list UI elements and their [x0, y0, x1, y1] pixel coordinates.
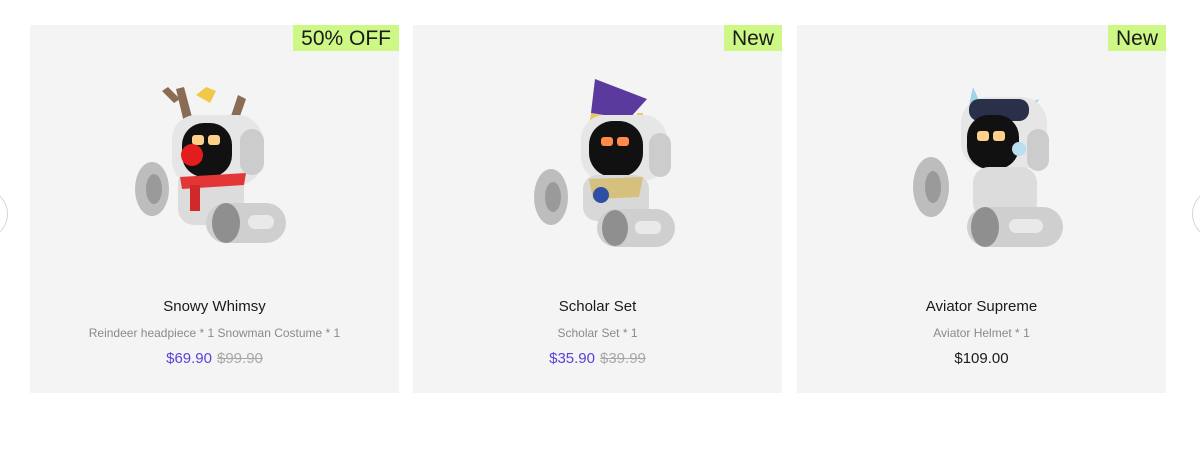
- sale-price: $35.90: [549, 350, 595, 367]
- eye-left-shape: [601, 137, 613, 146]
- product-description: Reindeer headpiece * 1 Snowman Costume *…: [88, 326, 341, 340]
- product-title[interactable]: Aviator Supreme: [797, 298, 1166, 315]
- sale-price: $69.90: [166, 350, 212, 367]
- product-card-aviator-supreme[interactable]: New Aviator Supreme Aviator Helmet * 1 $…: [797, 25, 1166, 393]
- product-image[interactable]: [881, 69, 1081, 259]
- tread-wheel-shape: [602, 210, 628, 246]
- tread-panel-shape: [1009, 219, 1043, 233]
- price-row: $69.90 $99.90: [30, 350, 399, 367]
- eye-right-shape: [208, 135, 220, 145]
- product-description: Scholar Set * 1: [557, 326, 638, 340]
- ear-button-shape: [1012, 142, 1026, 156]
- leaf-decoration-shape: [196, 87, 216, 103]
- tread-wheel-shape: [212, 203, 240, 243]
- red-nose-shape: [181, 144, 203, 166]
- badge-emblem-shape: [593, 187, 609, 203]
- tread-wheel-shape: [971, 207, 999, 247]
- wheel-hub-shape: [545, 182, 561, 212]
- tread-panel-shape: [635, 221, 661, 234]
- robot-face-shape: [589, 121, 643, 177]
- product-image[interactable]: [497, 69, 697, 259]
- price: $109.00: [954, 350, 1009, 367]
- price-row: $35.90 $39.99: [413, 350, 782, 367]
- eye-right-shape: [617, 137, 629, 146]
- eye-right-shape: [993, 131, 1005, 141]
- product-image[interactable]: [114, 69, 314, 259]
- arm-right-shape: [649, 133, 671, 177]
- new-badge: New: [1107, 25, 1166, 51]
- new-badge: New: [723, 25, 782, 51]
- product-card-scholar-set[interactable]: New Scholar Set Scholar Set * 1 $35.90 $…: [413, 25, 782, 393]
- arm-right-shape: [1027, 129, 1049, 171]
- product-title[interactable]: Scholar Set: [413, 298, 782, 315]
- wheel-hub-shape: [925, 171, 941, 203]
- eye-left-shape: [977, 131, 989, 141]
- arm-right-shape: [240, 129, 264, 175]
- original-price: $99.90: [217, 350, 263, 367]
- carousel-next-button[interactable]: [1192, 189, 1200, 239]
- price-row: $109.00: [797, 350, 1166, 367]
- wheel-hub-shape: [146, 174, 162, 204]
- carousel-prev-button[interactable]: [0, 189, 8, 239]
- discount-badge: 50% OFF: [293, 25, 399, 51]
- scarf-tail-shape: [190, 185, 200, 211]
- product-title[interactable]: Snowy Whimsy: [30, 298, 399, 315]
- original-price: $39.99: [600, 350, 646, 367]
- product-description: Aviator Helmet * 1: [933, 326, 1030, 340]
- robot-face-shape: [967, 115, 1019, 169]
- tread-panel-shape: [248, 215, 274, 229]
- eye-left-shape: [192, 135, 204, 145]
- product-card-snowy-whimsy[interactable]: 50% OFF Snowy Whimsy Reindeer headpiece …: [30, 25, 399, 393]
- product-carousel: 50% OFF Snowy Whimsy Reindeer headpiece …: [0, 0, 1200, 451]
